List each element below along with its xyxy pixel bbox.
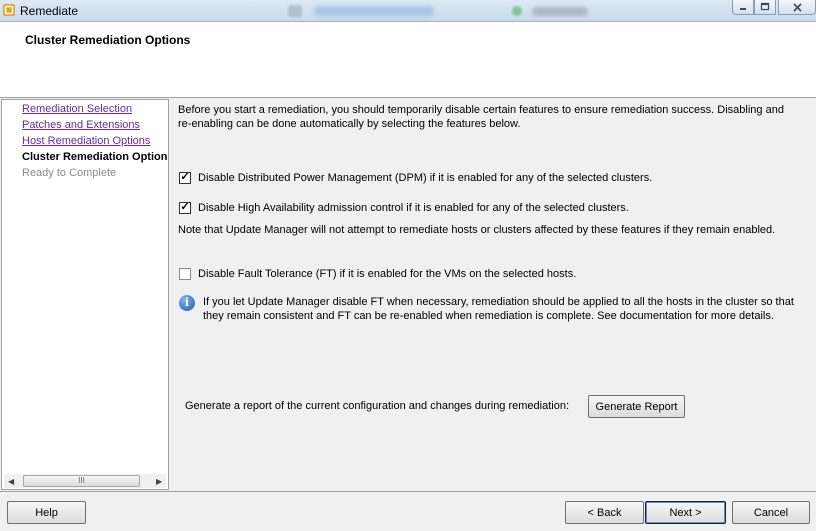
minimize-button[interactable]: [732, 0, 754, 15]
wizard-footer: Help < Back Next > Cancel: [0, 491, 816, 531]
dpm-label[interactable]: Disable Distributed Power Management (DP…: [198, 172, 652, 184]
horizontal-scrollbar[interactable]: ◀ III ▶: [4, 474, 166, 488]
maximize-button[interactable]: [754, 0, 776, 15]
window-title: Remediate: [20, 4, 79, 18]
close-icon: [792, 2, 802, 12]
ha-checkbox[interactable]: ✓: [179, 201, 191, 214]
ft-info-text: If you let Update Manager disable FT whe…: [203, 295, 803, 323]
title-bar: Remediate: [0, 0, 816, 22]
intro-text: Before you start a remediation, you shou…: [178, 103, 798, 131]
page-title: Cluster Remediation Options: [25, 33, 191, 47]
vsphere-icon: [3, 4, 15, 16]
note-text: Note that Update Manager will not attemp…: [178, 224, 776, 236]
checkmark-icon: ✓: [180, 201, 190, 213]
scroll-right-icon[interactable]: ▶: [156, 477, 162, 486]
blurred-lock-icon: [288, 5, 302, 17]
intro-line: re-enabling can be done automatically by…: [178, 118, 521, 130]
ft-label[interactable]: Disable Fault Tolerance (FT) if it is en…: [198, 268, 576, 280]
cancel-button[interactable]: Cancel: [732, 501, 810, 524]
scroll-thumb[interactable]: III: [23, 475, 140, 487]
wizard-header: Cluster Remediation Options: [0, 22, 816, 98]
checkmark-icon: ✓: [180, 171, 190, 183]
minimize-icon: [740, 8, 746, 10]
report-label: Generate a report of the current configu…: [185, 400, 570, 412]
blurred-task-name: [314, 6, 434, 16]
option-disable-ha[interactable]: ✓ Disable High Availability admission co…: [179, 201, 629, 214]
info-line: If you let Update Manager disable FT whe…: [203, 296, 794, 308]
back-button[interactable]: < Back: [565, 501, 644, 524]
generate-report-button[interactable]: Generate Report: [588, 395, 685, 418]
blurred-status-icon: [512, 6, 522, 16]
intro-line: Before you start a remediation, you shou…: [178, 104, 784, 116]
scroll-left-icon[interactable]: ◀: [8, 477, 14, 486]
dpm-checkbox[interactable]: ✓: [179, 171, 191, 184]
main-content: Before you start a remediation, you shou…: [170, 99, 816, 490]
option-disable-ft[interactable]: Disable Fault Tolerance (FT) if it is en…: [179, 268, 576, 280]
wizard-steps-pane: Remediation Selection Patches and Extens…: [1, 99, 169, 490]
nav-step-remediation-selection[interactable]: Remediation Selection: [22, 103, 132, 115]
nav-step-ready-to-complete: Ready to Complete: [22, 167, 117, 179]
nav-step-host-remediation-options[interactable]: Host Remediation Options: [22, 135, 150, 147]
ha-label[interactable]: Disable High Availability admission cont…: [198, 202, 629, 214]
ft-checkbox[interactable]: [179, 268, 191, 280]
nav-step-patches-and-extensions[interactable]: Patches and Extensions: [22, 119, 140, 131]
maximize-icon: [760, 2, 770, 11]
nav-step-cluster-remediation-options: Cluster Remediation Options: [22, 151, 169, 163]
help-button[interactable]: Help: [7, 501, 86, 524]
info-icon: i: [179, 295, 195, 311]
close-button[interactable]: [778, 0, 816, 15]
option-disable-dpm[interactable]: ✓ Disable Distributed Power Management (…: [179, 171, 652, 184]
info-line: they remain consistent and FT can be re-…: [203, 310, 774, 322]
blurred-status-text: [532, 7, 588, 16]
next-button[interactable]: Next >: [645, 501, 726, 524]
